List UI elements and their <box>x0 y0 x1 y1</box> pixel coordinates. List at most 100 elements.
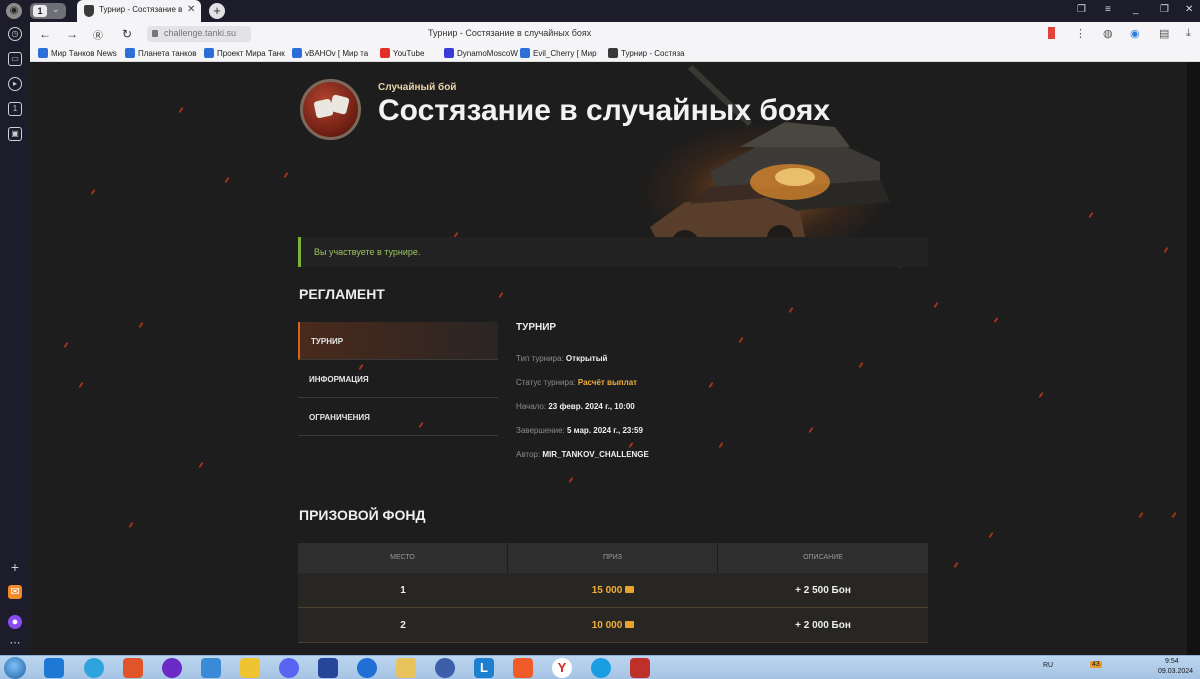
bookmark-item[interactable]: YouTube <box>380 48 424 60</box>
gold-icon <box>625 621 635 628</box>
explorer-app-icon[interactable] <box>44 658 64 678</box>
tab-restrictions[interactable]: ОГРАНИЧЕНИЯ <box>298 398 498 436</box>
app-icon[interactable] <box>201 658 221 678</box>
alice-icon[interactable]: ● <box>8 615 22 629</box>
mail-icon[interactable]: ✉ <box>8 585 22 599</box>
protect-icon[interactable]: Ⓡ <box>93 27 103 42</box>
minimize-icon[interactable]: _ <box>1133 4 1139 15</box>
bookmark-label: Турнир - Состяза <box>621 49 685 58</box>
ember <box>283 171 289 179</box>
ember <box>718 441 724 449</box>
more-vertical-icon[interactable]: ⋮ <box>1075 27 1086 40</box>
info-key: Автор: <box>516 450 541 459</box>
game-app-icon[interactable] <box>123 658 143 678</box>
browser-logo-icon[interactable]: ◉ <box>6 3 22 19</box>
bookmark-item[interactable]: vBAHOv [ Мир та <box>292 48 368 60</box>
extension-icon[interactable]: ◉ <box>1130 27 1140 40</box>
bookmark-item[interactable]: Evil_Cherry [ Мир <box>520 48 597 60</box>
lingualeo-icon[interactable]: L <box>474 658 494 678</box>
restore-icon[interactable]: ❐ <box>1160 4 1169 15</box>
save-app-icon[interactable] <box>318 658 338 678</box>
tabs-panel-icon[interactable]: ▭ <box>8 52 22 66</box>
info-value: 23 февр. 2024 г., 10:00 <box>548 402 635 411</box>
twitch-icon <box>444 48 454 58</box>
tanks-game-icon[interactable] <box>630 658 650 678</box>
description-cell: + 2 500 Бон <box>795 585 851 596</box>
more-icon[interactable]: ⋯ <box>8 636 22 650</box>
start-button[interactable] <box>4 657 26 679</box>
prize-cell: 15 000 <box>508 573 718 608</box>
translate-icon[interactable]: ◍ <box>1103 27 1113 40</box>
tab-active[interactable]: Турнир - Состязание в ✕ <box>77 0 201 22</box>
telegram-icon[interactable] <box>84 658 104 678</box>
url-field[interactable]: challenge.tanki.su <box>147 26 251 42</box>
bookmark-flag-icon[interactable] <box>1048 27 1055 39</box>
file-explorer-icon[interactable] <box>396 658 416 678</box>
tab-information[interactable]: ИНФОРМАЦИЯ <box>298 360 498 398</box>
info-value: MIR_TANKOV_CHALLENGE <box>542 450 649 459</box>
info-row-type: Тип турнира: Открытый <box>516 354 607 363</box>
ember <box>568 476 574 484</box>
reload-icon[interactable]: ↻ <box>122 27 132 41</box>
close-tab-icon[interactable]: ✕ <box>187 4 195 15</box>
close-window-icon[interactable]: ✕ <box>1185 4 1193 15</box>
ember <box>498 291 504 299</box>
column-header: МЕСТО <box>298 543 508 573</box>
tab-tournament[interactable]: ТУРНИР <box>298 322 498 360</box>
new-tab-button[interactable]: + <box>209 3 225 19</box>
games-folder-icon[interactable] <box>240 658 260 678</box>
ember <box>138 321 144 329</box>
tank-hero-image <box>650 64 890 258</box>
ember <box>1163 246 1169 254</box>
page-title: Состязание в случайных боях <box>378 94 831 127</box>
back-icon[interactable]: ← <box>39 27 51 41</box>
ember <box>224 176 230 184</box>
bookmarks-bar: Мир Танков News Планета танков Проект Мира… <box>30 46 1200 62</box>
participation-notice: Вы участвуете в турнире. <box>298 237 928 267</box>
info-value: 5 мар. 2024 г., 23:59 <box>567 426 643 435</box>
gallery-icon[interactable]: ▣ <box>8 127 22 141</box>
add-panel-icon[interactable]: + <box>8 560 22 574</box>
video-icon[interactable]: ▸ <box>8 77 22 91</box>
table-row: 2 10 000 + 2 000 Бон <box>298 608 928 643</box>
tab-label: ИНФОРМАЦИЯ <box>309 375 369 384</box>
tab-counter-button[interactable]: 1 ⌄ <box>30 3 66 19</box>
page-scrollbar[interactable] <box>1187 62 1200 655</box>
brave-icon[interactable] <box>513 658 533 678</box>
edge-icon[interactable] <box>591 658 611 678</box>
download-icon[interactable]: ⤓ <box>1186 27 1191 40</box>
bookmark-label: YouTube <box>393 49 425 58</box>
ember <box>128 521 134 529</box>
bookmark-item[interactable]: DynamoMoscoW <box>444 48 518 60</box>
forward-icon[interactable]: → <box>66 27 78 41</box>
prize-table: МЕСТО ПРИЗ ОПИСАНИЕ 1 15 000 + 2 500 Бон… <box>298 543 928 643</box>
ember <box>1088 211 1094 219</box>
clock-date[interactable]: 09.03.2024 <box>1158 668 1193 675</box>
yandex-browser-icon[interactable]: Y <box>552 658 572 678</box>
collections-icon[interactable]: ❐ <box>1077 4 1086 15</box>
bookmark-item[interactable]: Планета танков <box>125 48 196 60</box>
app-icon[interactable] <box>357 658 377 678</box>
browser-sidebar: ◷ ▭ ▸ 1 ▣ + ✉ ● ⋯ <box>0 22 30 655</box>
tray-badge[interactable]: 43 <box>1090 661 1102 668</box>
info-key: Начало: <box>516 402 547 411</box>
tor-browser-icon[interactable] <box>162 658 182 678</box>
info-row-author: Автор: MIR_TANKOV_CHALLENGE <box>516 450 649 459</box>
language-indicator[interactable]: RU <box>1043 662 1053 669</box>
bookmark-item[interactable]: Мир Танков News <box>38 48 117 60</box>
discord-icon[interactable] <box>279 658 299 678</box>
counter-1-icon[interactable]: 1 <box>8 102 22 116</box>
ember <box>993 316 999 324</box>
bookmark-item[interactable]: Турнир - Состяза <box>608 48 685 60</box>
reader-icon[interactable]: ▤ <box>1159 27 1169 40</box>
app-icon[interactable] <box>435 658 455 678</box>
youtube-icon <box>380 48 390 58</box>
clock-time[interactable]: 9:54 <box>1165 658 1179 665</box>
tab-label: ТУРНИР <box>311 337 344 346</box>
ember <box>738 336 744 344</box>
history-icon[interactable]: ◷ <box>8 27 22 41</box>
bookmark-item[interactable]: Проект Мира Танк <box>204 48 285 60</box>
notice-text: Вы участвуете в турнире. <box>314 247 421 257</box>
menu-icon[interactable]: ≡ <box>1105 4 1111 15</box>
gold-icon <box>625 586 635 593</box>
